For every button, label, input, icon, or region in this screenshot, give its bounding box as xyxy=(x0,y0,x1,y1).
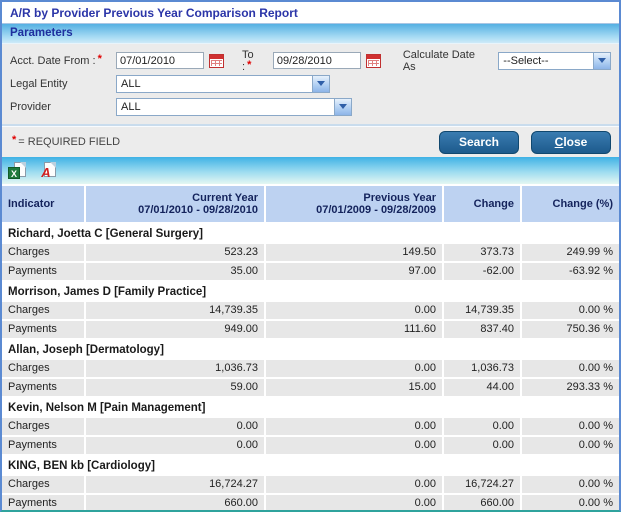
export-excel-icon[interactable]: X xyxy=(8,162,26,180)
indicator-cell: Payments xyxy=(2,321,84,338)
previous-year-value-cell: 97.00 xyxy=(266,263,442,280)
required-asterisk: * xyxy=(96,53,104,65)
parameters-section-header: Parameters xyxy=(2,24,619,44)
legal-entity-value: ALL xyxy=(117,78,312,90)
indicator-cell: Payments xyxy=(2,495,84,512)
required-field-note: *= REQUIRED FIELD xyxy=(10,136,120,148)
change-value-cell: 0.00 xyxy=(444,418,520,435)
form-row-dates: Acct. Date From :* To :* Calculate Date … xyxy=(10,49,611,72)
change-value-cell: 44.00 xyxy=(444,379,520,396)
indicator-cell: Charges xyxy=(2,302,84,319)
report-window: A/R by Provider Previous Year Comparison… xyxy=(0,0,621,512)
change-pct-value-cell: 0.00 % xyxy=(522,360,619,377)
change-pct-value-cell: 0.00 % xyxy=(522,437,619,454)
acrobat-glyph: A xyxy=(39,166,53,180)
calculate-date-as-value: --Select-- xyxy=(499,55,593,67)
column-header-current-year: Current Year 07/01/2010 - 09/28/2010 xyxy=(86,186,264,222)
previous-year-value-cell: 111.60 xyxy=(266,321,442,338)
previous-year-value-cell: 0.00 xyxy=(266,302,442,319)
current-year-value-cell: 0.00 xyxy=(86,418,264,435)
provider-group-header: Richard, Joetta C [General Surgery] xyxy=(2,224,619,242)
parameters-form: Acct. Date From :* To :* Calculate Date … xyxy=(2,44,619,126)
page-title: A/R by Provider Previous Year Comparison… xyxy=(2,2,619,24)
current-year-value-cell: 1,036.73 xyxy=(86,360,264,377)
calculate-date-as-label: Calculate Date As xyxy=(403,49,486,73)
change-value-cell: 837.40 xyxy=(444,321,520,338)
acct-date-to-input[interactable] xyxy=(273,52,361,69)
required-asterisk: * xyxy=(245,59,253,71)
form-row-provider: Provider ALL xyxy=(10,95,611,118)
current-year-value-cell: 0.00 xyxy=(86,437,264,454)
indicator-cell: Charges xyxy=(2,360,84,377)
current-year-value-cell: 59.00 xyxy=(86,379,264,396)
acct-date-from-input[interactable] xyxy=(116,52,204,69)
indicator-cell: Charges xyxy=(2,244,84,261)
column-header-indicator: Indicator xyxy=(2,186,84,222)
chevron-down-icon xyxy=(593,53,610,69)
provider-label: Provider xyxy=(10,101,116,113)
previous-year-value-cell: 0.00 xyxy=(266,476,442,493)
current-year-value-cell: 949.00 xyxy=(86,321,264,338)
date-to-calendar-icon[interactable] xyxy=(366,54,381,68)
previous-year-value-cell: 0.00 xyxy=(266,495,442,512)
change-value-cell: 1,036.73 xyxy=(444,360,520,377)
close-button[interactable]: Close xyxy=(531,131,611,154)
change-value-cell: 14,739.35 xyxy=(444,302,520,319)
current-year-value-cell: 523.23 xyxy=(86,244,264,261)
provider-value: ALL xyxy=(117,101,334,113)
provider-group-header: KING, BEN kb [Cardiology] xyxy=(2,456,619,474)
form-row-legal-entity: Legal Entity ALL xyxy=(10,72,611,95)
change-pct-value-cell: 0.00 % xyxy=(522,418,619,435)
current-year-value-cell: 660.00 xyxy=(86,495,264,512)
indicator-cell: Payments xyxy=(2,379,84,396)
calculate-date-as-select[interactable]: --Select-- xyxy=(498,52,611,70)
to-label: To :* xyxy=(242,49,267,73)
chevron-down-icon xyxy=(334,99,351,115)
indicator-cell: Payments xyxy=(2,437,84,454)
change-value-cell: 660.00 xyxy=(444,495,520,512)
provider-group-header: Morrison, James D [Family Practice] xyxy=(2,282,619,300)
legal-entity-select[interactable]: ALL xyxy=(116,75,330,93)
change-pct-value-cell: 293.33 % xyxy=(522,379,619,396)
provider-group-header: Allan, Joseph [Dermatology] xyxy=(2,340,619,358)
date-from-calendar-icon[interactable] xyxy=(209,54,224,68)
chevron-down-icon xyxy=(312,76,329,92)
change-value-cell: 16,724.27 xyxy=(444,476,520,493)
previous-year-value-cell: 149.50 xyxy=(266,244,442,261)
change-value-cell: 0.00 xyxy=(444,437,520,454)
change-pct-value-cell: -63.92 % xyxy=(522,263,619,280)
indicator-cell: Charges xyxy=(2,418,84,435)
export-toolbar: X A xyxy=(2,157,619,184)
provider-select[interactable]: ALL xyxy=(116,98,352,116)
provider-group-header: Kevin, Nelson M [Pain Management] xyxy=(2,398,619,416)
change-pct-value-cell: 750.36 % xyxy=(522,321,619,338)
current-year-value-cell: 16,724.27 xyxy=(86,476,264,493)
column-header-previous-year: Previous Year 07/01/2009 - 09/28/2009 xyxy=(266,186,442,222)
current-year-value-cell: 35.00 xyxy=(86,263,264,280)
previous-year-value-cell: 0.00 xyxy=(266,437,442,454)
column-header-change-pct: Change (%) xyxy=(522,186,619,222)
acct-date-from-label: Acct. Date From :* xyxy=(10,55,116,67)
previous-year-value-cell: 0.00 xyxy=(266,418,442,435)
indicator-cell: Charges xyxy=(2,476,84,493)
change-pct-value-cell: 0.00 % xyxy=(522,476,619,493)
change-pct-value-cell: 0.00 % xyxy=(522,302,619,319)
previous-year-value-cell: 0.00 xyxy=(266,360,442,377)
export-pdf-icon[interactable]: A xyxy=(38,162,56,180)
column-header-change: Change xyxy=(444,186,520,222)
excel-x-badge: X xyxy=(8,167,20,179)
change-pct-value-cell: 0.00 % xyxy=(522,495,619,512)
previous-year-value-cell: 15.00 xyxy=(266,379,442,396)
report-grid: Indicator Current Year 07/01/2010 - 09/2… xyxy=(2,184,619,512)
change-value-cell: -62.00 xyxy=(444,263,520,280)
indicator-cell: Payments xyxy=(2,263,84,280)
legal-entity-label: Legal Entity xyxy=(10,78,116,90)
actions-bar: *= REQUIRED FIELD Search Close xyxy=(2,126,619,157)
current-year-value-cell: 14,739.35 xyxy=(86,302,264,319)
change-pct-value-cell: 249.99 % xyxy=(522,244,619,261)
change-value-cell: 373.73 xyxy=(444,244,520,261)
search-button[interactable]: Search xyxy=(439,131,519,154)
